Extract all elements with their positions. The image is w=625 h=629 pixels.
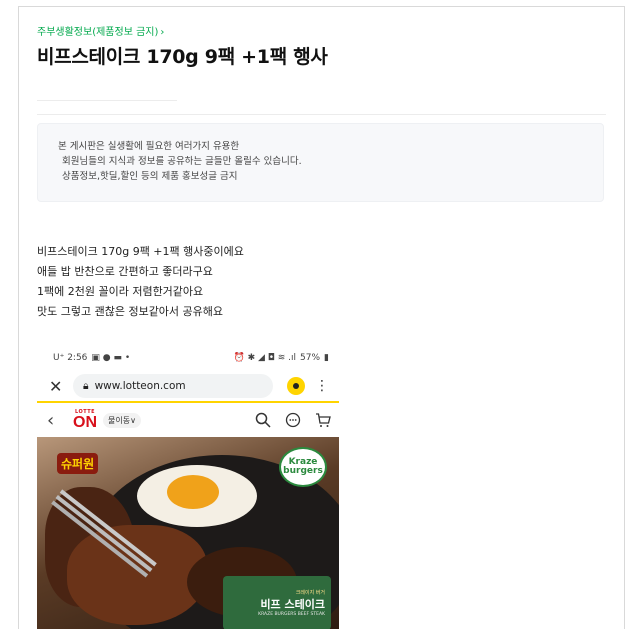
- browser-address-bar: ✕ 🔒︎ www.lotteon.com ⋮: [37, 371, 339, 401]
- package-subtitle: 크레이지 버거: [295, 590, 325, 596]
- egg-yolk: [167, 475, 219, 509]
- search-icon: [255, 412, 271, 428]
- location-selector: 물이동∨: [103, 412, 141, 428]
- notice-line: 본 게시판은 실생활에 필요한 여러가지 유용한: [58, 141, 240, 152]
- attached-phone-screenshot[interactable]: U⁺ 2:56 ▣ ● ▬ • ⏰ ✱ ◢ ◘ ≋ .ıl 57% ▮ ✕ 🔒︎…: [37, 345, 339, 629]
- system-icons: ⏰ ✱ ◢ ◘ ≋ .ıl: [233, 353, 297, 363]
- lock-icon: 🔒︎: [83, 379, 89, 392]
- super-one-badge: 슈퍼원: [57, 453, 99, 474]
- kraze-burgers-logo: Kraze burgers: [279, 447, 327, 487]
- status-time: U⁺ 2:56: [53, 353, 88, 363]
- steak-patty-front: [67, 525, 207, 625]
- post-title: 비프스테이크 170g 9팩 +1팩 행사: [37, 46, 328, 68]
- phone-status-bar: U⁺ 2:56 ▣ ● ▬ • ⏰ ✱ ◢ ◘ ≋ .ıl 57% ▮: [37, 345, 339, 371]
- post-frame: 주부생활정보(제품정보 금지) › 비프스테이크 170g 9팩 +1팩 행사 본…: [18, 6, 625, 629]
- board-category-link[interactable]: 주부생활정보(제품정보 금지) ›: [37, 23, 164, 38]
- lotteon-app-bar: ‹ LOTTE ON 물이동∨: [37, 403, 339, 437]
- header-divider: [37, 114, 606, 115]
- body-line: 1팩에 2천원 꼴이라 저렴한거같아요: [37, 285, 204, 298]
- lotte-on-logo: LOTTE ON: [73, 409, 97, 431]
- battery-level: 57%: [300, 353, 321, 363]
- url-text: www.lotteon.com: [94, 380, 186, 392]
- body-line: 맛도 그렇고 괜찮은 정보같아서 공유해요: [37, 305, 224, 318]
- back-arrow-icon: ‹: [47, 409, 55, 431]
- close-icon: ✕: [49, 376, 63, 396]
- logo-main-text: ON: [73, 413, 97, 431]
- cart-icon: [316, 413, 331, 427]
- product-hero-image: 슈퍼원 Kraze burgers 크레이지 버거 비프 스테이크 KRAZE …: [37, 437, 339, 629]
- more-vert-icon: ⋮: [315, 378, 329, 394]
- board-category-label: 주부생활정보(제품정보 금지): [37, 27, 159, 38]
- chevron-right-icon: ›: [160, 27, 165, 38]
- author-info-placeholder: [37, 100, 177, 101]
- kakao-talk-icon: [287, 377, 305, 395]
- post-body: 비프스테이크 170g 9팩 +1팩 행사중이에요 애들 밥 반찬으로 간편하고…: [37, 242, 244, 322]
- notice-line: 회원님들의 지식과 정보를 공유하는 글들만 올릴수 있습니다.: [62, 156, 302, 167]
- notice-line: 상품정보,핫딜,할인 등의 제품 홍보성글 금지: [62, 171, 238, 182]
- chat-icon: [285, 412, 301, 428]
- package-english-name: KRAZE BURGERS BEEF STEAK: [258, 612, 325, 617]
- product-package: 크레이지 버거 비프 스테이크 KRAZE BURGERS BEEF STEAK: [223, 576, 331, 629]
- package-name: 비프 스테이크: [260, 598, 325, 611]
- battery-icon: ▮: [324, 353, 329, 363]
- url-field: 🔒︎ www.lotteon.com: [73, 374, 273, 398]
- notification-icons: ▣ ● ▬ •: [91, 353, 131, 363]
- body-line: 비프스테이크 170g 9팩 +1팩 행사중이에요: [37, 245, 244, 258]
- body-line: 애들 밥 반찬으로 간편하고 좋더라구요: [37, 265, 213, 278]
- board-notice-box: 본 게시판은 실생활에 필요한 여러가지 유용한 회원님들의 지식과 정보를 공…: [37, 123, 604, 202]
- burgers-logo-word: burgers: [283, 466, 323, 476]
